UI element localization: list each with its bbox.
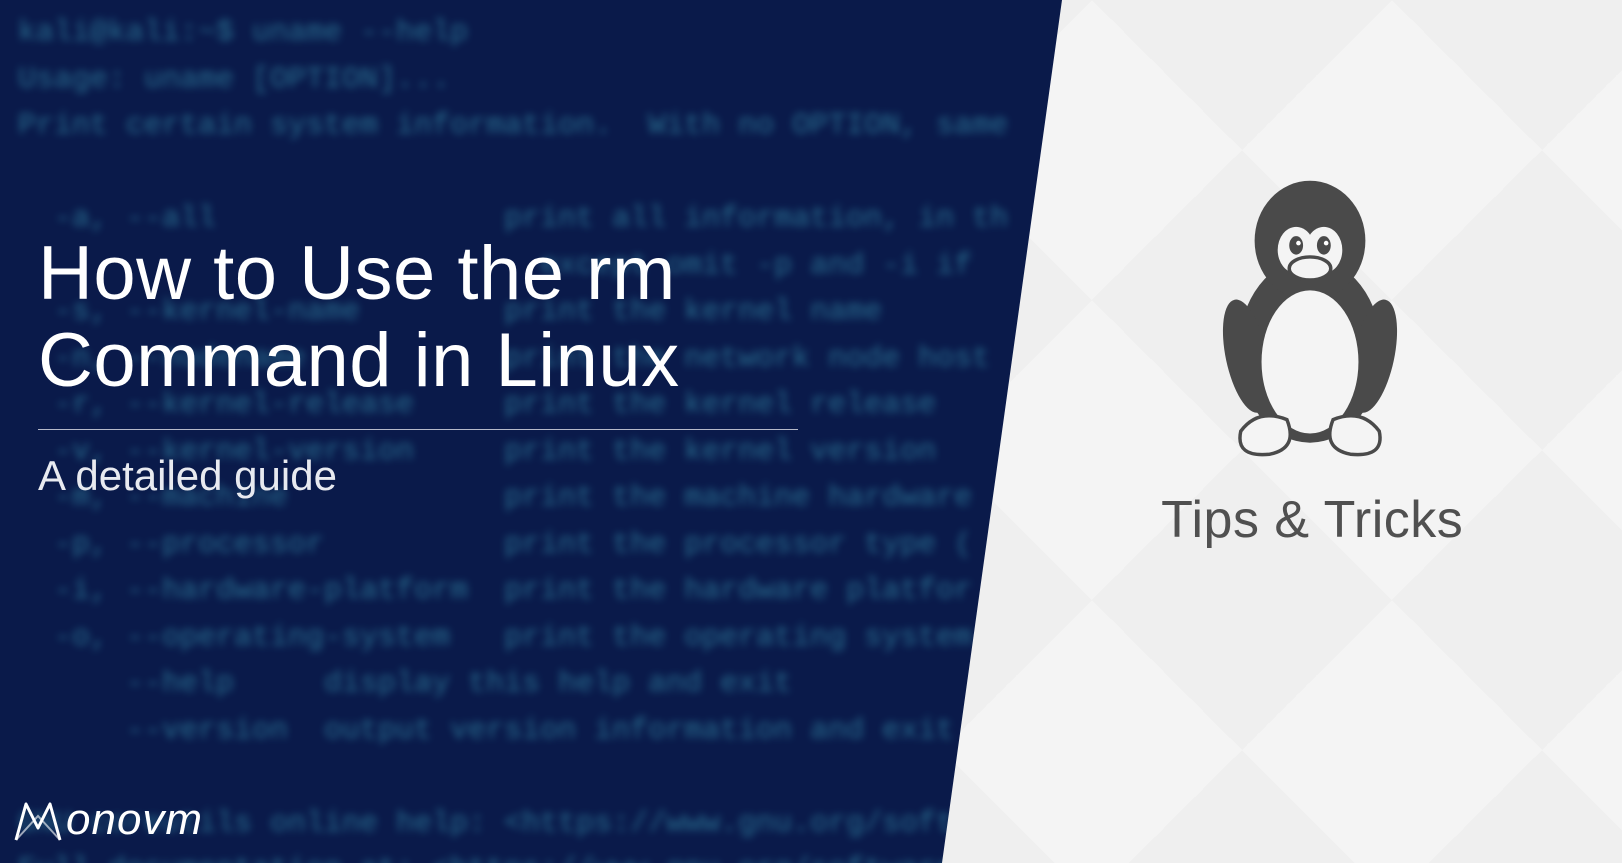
tips-and-tricks-label: Tips & Tricks (1161, 490, 1463, 550)
logo-mark-icon (14, 798, 62, 842)
right-panel: Tips & Tricks (942, 0, 1622, 863)
main-title: How to Use the rm Command in Linux (38, 230, 818, 405)
tux-icon (1170, 160, 1450, 465)
banner-root: kali@kali:~$ uname --help Usage: uname [… (0, 0, 1622, 863)
title-block: How to Use the rm Command in Linux A det… (38, 230, 818, 500)
title-line-2: Command in Linux (38, 318, 680, 403)
title-divider (38, 429, 798, 430)
left-panel: kali@kali:~$ uname --help Usage: uname [… (0, 0, 1040, 863)
logo-text: onovm (66, 795, 203, 845)
brand-logo: onovm (14, 795, 203, 845)
subtitle: A detailed guide (38, 452, 818, 500)
title-line-1: How to Use the rm (38, 231, 676, 316)
